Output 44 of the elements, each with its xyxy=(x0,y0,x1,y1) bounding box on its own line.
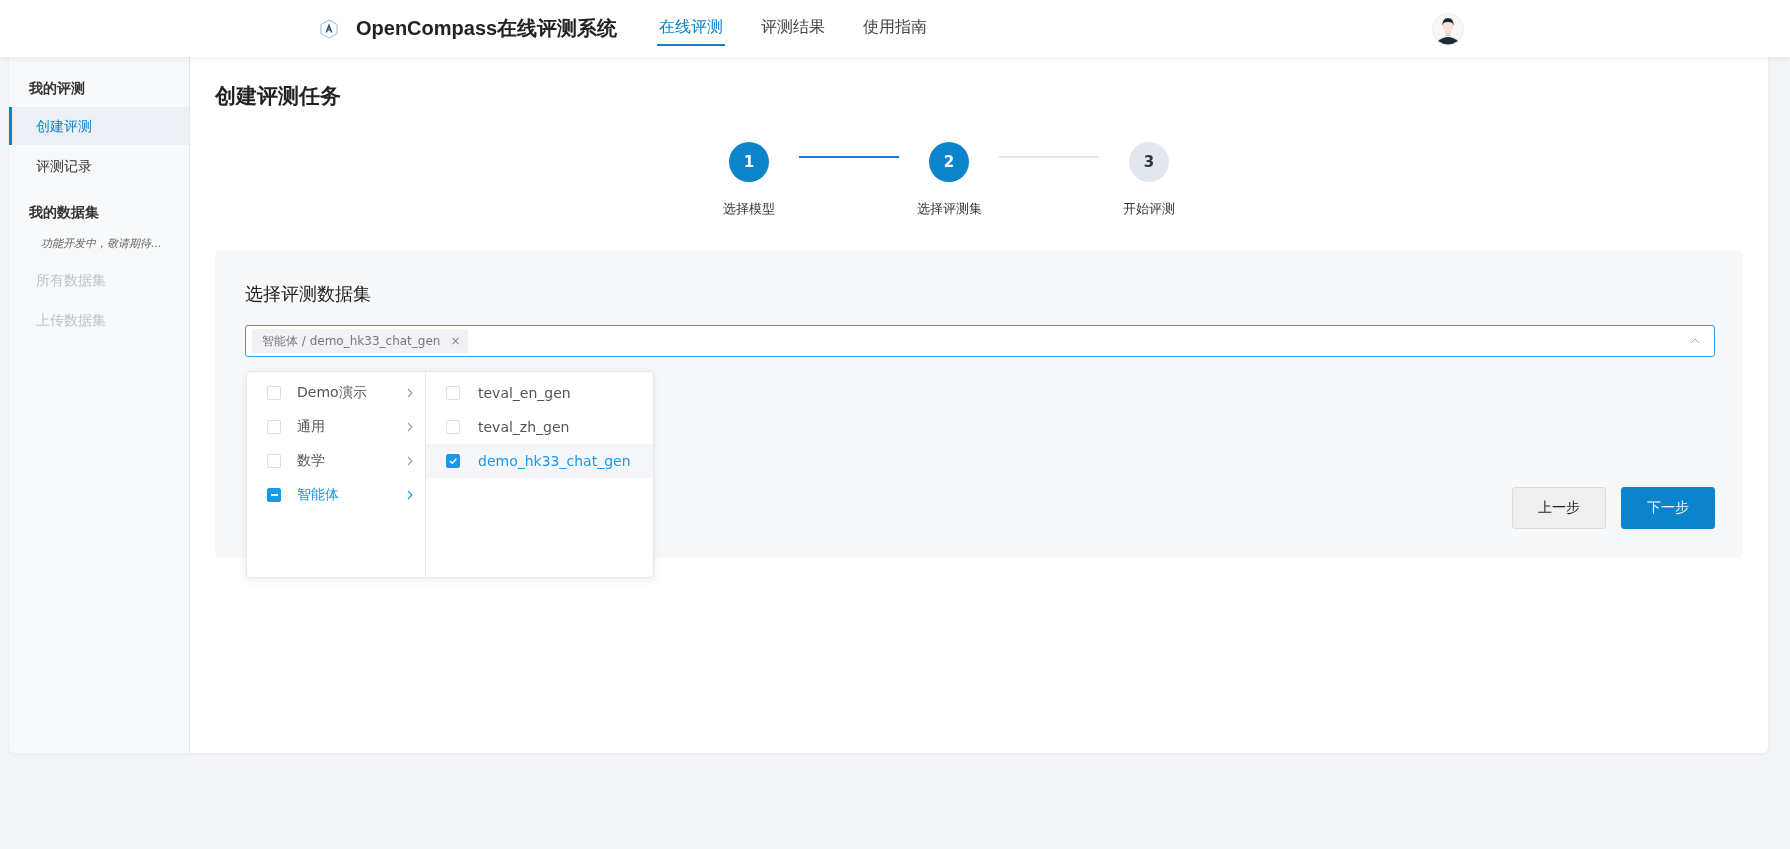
option-label: 智能体 xyxy=(297,486,339,504)
sidebar-note: 功能开发中，敬请期待... xyxy=(40,236,163,252)
tag-label: 智能体 / demo_hk33_chat_gen xyxy=(262,332,441,350)
option-label: Demo演示 xyxy=(297,384,367,402)
option-label: 数学 xyxy=(297,452,325,470)
logo-icon xyxy=(320,18,338,39)
previous-button[interactable]: 上一步 xyxy=(1512,487,1606,529)
sidebar-item[interactable]: 评测记录 xyxy=(9,147,189,185)
page-title: 创建评测任务 xyxy=(215,83,342,110)
dataset-option[interactable]: teval_zh_gen xyxy=(426,410,653,444)
caret-icon xyxy=(1690,338,1700,344)
option-label: 通用 xyxy=(297,418,325,436)
step-number: 3 xyxy=(1129,142,1169,182)
dataset-option[interactable]: teval_en_gen xyxy=(426,376,653,410)
chevron-right-icon xyxy=(407,456,413,466)
dataset-select[interactable]: 智能体 / demo_hk33_chat_gen × xyxy=(245,325,1715,357)
category-option[interactable]: 通用 xyxy=(247,410,425,444)
option-label: demo_hk33_chat_gen xyxy=(478,453,631,469)
option-label: teval_en_gen xyxy=(478,385,571,401)
step-label: 选择评测集 xyxy=(916,200,982,218)
chevron-right-icon xyxy=(407,422,413,432)
panel-title: 选择评测数据集 xyxy=(245,282,372,306)
checkbox[interactable] xyxy=(446,454,460,468)
step-number: 2 xyxy=(929,142,969,182)
app-title: OpenCompass在线评测系统 xyxy=(356,16,618,41)
avatar-icon[interactable] xyxy=(1432,12,1464,45)
step-label: 选择模型 xyxy=(723,200,775,218)
category-option[interactable]: Demo演示 xyxy=(247,376,425,410)
nav-tab[interactable]: 使用指南 xyxy=(861,11,930,46)
chevron-right-icon xyxy=(407,490,413,500)
step-label: 开始评测 xyxy=(1123,200,1175,218)
chevron-right-icon xyxy=(407,388,413,398)
nav-tab[interactable]: 评测结果 xyxy=(759,11,828,46)
sidebar-heading: 我的数据集 xyxy=(28,203,100,222)
sidebar-heading: 我的评测 xyxy=(28,79,86,98)
checkbox[interactable] xyxy=(267,488,281,502)
step-number: 1 xyxy=(729,142,769,182)
nav-tab[interactable]: 在线评测 xyxy=(657,11,726,46)
checkmark-icon xyxy=(448,456,458,466)
category-option[interactable]: 数学 xyxy=(247,444,425,478)
option-label: teval_zh_gen xyxy=(478,419,570,435)
sidebar-item[interactable]: 创建评测 xyxy=(9,107,189,145)
next-button[interactable]: 下一步 xyxy=(1621,487,1715,529)
minus-icon xyxy=(270,494,278,496)
